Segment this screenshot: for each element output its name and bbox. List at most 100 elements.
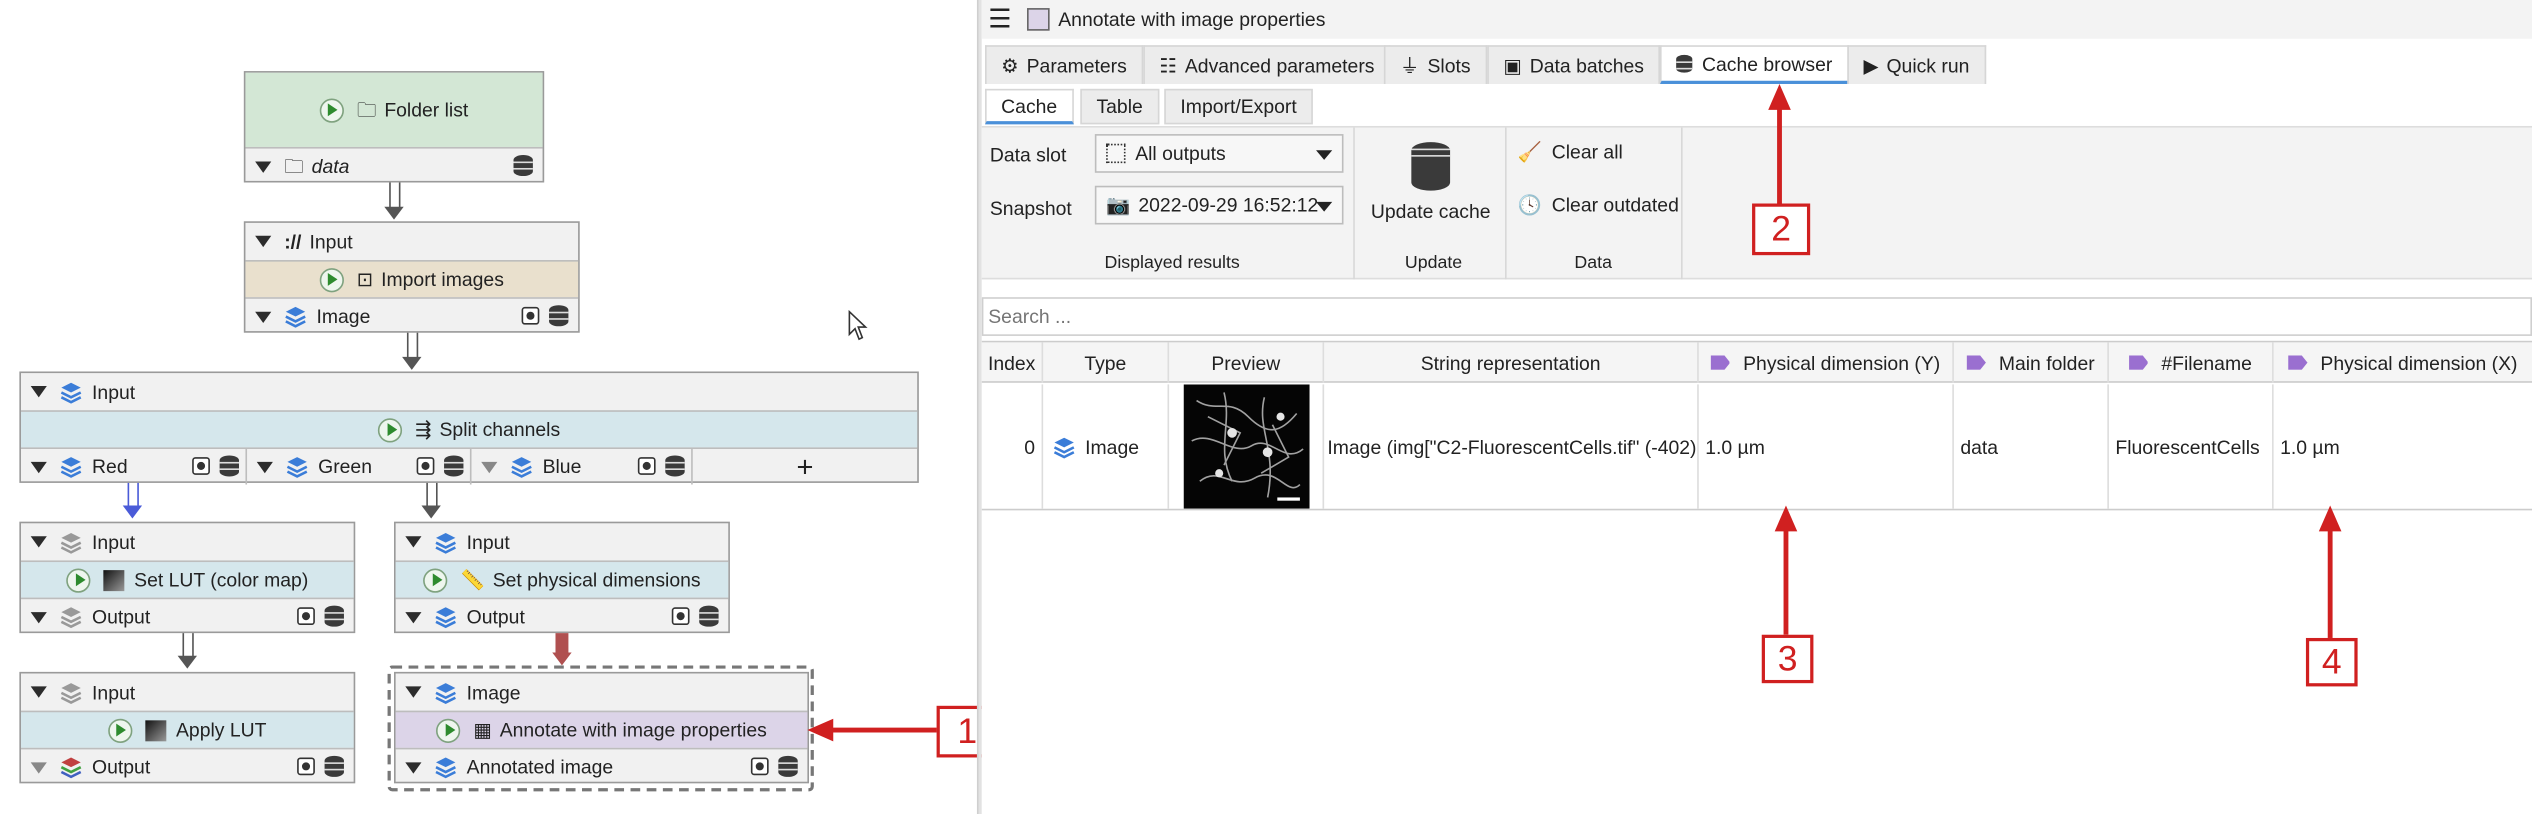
output-slot[interactable]: Output xyxy=(395,597,729,635)
input-slot[interactable]: :// Input xyxy=(245,223,578,260)
cache-icon[interactable] xyxy=(444,455,464,477)
input-slot[interactable]: Input xyxy=(21,523,354,560)
column-header-filename[interactable]: #Filename xyxy=(2109,342,2274,383)
node-set-physical-dimensions-body[interactable]: 📏 Set physical dimensions xyxy=(395,560,729,598)
node-apply-lut[interactable]: Input Apply LUT Output xyxy=(19,671,356,785)
cache-icon[interactable] xyxy=(665,455,685,477)
subtab-table[interactable]: Table xyxy=(1080,88,1159,125)
input-slot[interactable]: Input xyxy=(21,373,917,410)
output-slot[interactable]: Image xyxy=(245,297,579,334)
node-folder-list-body[interactable]: 🗀 Folder list xyxy=(245,72,543,147)
chevron-down-icon[interactable] xyxy=(255,235,272,248)
subtab-import-export[interactable]: Import/Export xyxy=(1164,88,1313,125)
node-set-lut-body[interactable]: Set LUT (color map) xyxy=(20,560,354,598)
snapshot-combo[interactable]: 📷 2022-09-29 16:52:12 xyxy=(1094,185,1344,225)
subtab-cache[interactable]: Cache xyxy=(985,88,1074,125)
run-icon[interactable] xyxy=(108,717,133,743)
clear-all-button[interactable]: 🧹 Clear all xyxy=(1518,141,1623,164)
output-slot[interactable]: 🗀 data xyxy=(245,146,543,184)
node-split-channels[interactable]: Input ⇶ Split channels Red Green Blue + xyxy=(19,371,919,485)
cell-filename: FluorescentCells xyxy=(2109,384,2274,509)
node-apply-lut-body[interactable]: Apply LUT xyxy=(20,710,354,748)
snapshot-icon[interactable] xyxy=(521,306,540,325)
tab-slots[interactable]: ⏚ Slots xyxy=(1383,45,1487,84)
chevron-down-icon[interactable] xyxy=(405,686,422,698)
run-icon[interactable] xyxy=(436,717,461,743)
connector xyxy=(389,182,401,209)
run-icon[interactable] xyxy=(319,267,344,292)
snapshot-icon[interactable] xyxy=(416,457,435,475)
output-slot-blue[interactable]: Blue xyxy=(472,448,693,485)
chevron-down-icon[interactable] xyxy=(405,611,422,623)
preview-thumbnail[interactable] xyxy=(1182,384,1309,509)
add-slot-button[interactable]: + xyxy=(693,449,917,485)
chevron-down-icon[interactable] xyxy=(30,536,47,548)
chevron-down-icon[interactable] xyxy=(30,461,47,473)
run-icon[interactable] xyxy=(66,567,91,592)
cache-icon[interactable] xyxy=(699,605,719,627)
input-slot[interactable]: Input xyxy=(21,673,354,710)
tab-data-batches[interactable]: ▣ Data batches xyxy=(1487,45,1661,84)
chevron-down-icon[interactable] xyxy=(30,686,47,698)
data-slot-combo[interactable]: All outputs xyxy=(1094,134,1344,173)
output-slot-green[interactable]: Green xyxy=(247,448,472,485)
database-icon xyxy=(1676,54,1693,73)
node-folder-list[interactable]: 🗀 Folder list 🗀 data xyxy=(243,71,545,184)
input-slot[interactable]: Input xyxy=(396,523,729,560)
node-split-channels-body[interactable]: ⇶ Split channels xyxy=(20,410,918,448)
graph-editor[interactable]: 🗀 Folder list 🗀 data :// Input ⊡ Import … xyxy=(0,0,998,814)
chevron-down-icon[interactable] xyxy=(256,461,273,473)
tab-quick-run[interactable]: ▶ Quick run xyxy=(1847,45,1986,84)
cache-icon[interactable] xyxy=(513,155,533,177)
tab-advanced-parameters[interactable]: ☷ Advanced parameters xyxy=(1143,45,1391,84)
chevron-down-icon[interactable] xyxy=(30,611,47,623)
chevron-down-icon[interactable] xyxy=(255,310,272,323)
node-import-images-body[interactable]: ⊡ Import images xyxy=(245,260,579,298)
column-header-main-folder[interactable]: Main folder xyxy=(1954,342,2109,383)
snapshot-icon[interactable] xyxy=(192,457,210,475)
snapshot-icon[interactable] xyxy=(671,607,690,626)
run-icon[interactable] xyxy=(423,567,448,592)
column-header-string-representation[interactable]: String representation xyxy=(1324,342,1699,383)
menu-icon[interactable]: ☰ xyxy=(988,3,1011,35)
column-header-physical-dimension-y[interactable]: Physical dimension (Y) xyxy=(1699,342,1954,383)
cache-icon[interactable] xyxy=(778,755,798,777)
cache-icon[interactable] xyxy=(324,605,344,627)
column-header-physical-dimension-x[interactable]: Physical dimension (X) xyxy=(2274,342,2532,382)
cache-icon[interactable] xyxy=(219,455,239,477)
input-slot[interactable]: Image xyxy=(396,673,808,710)
output-slot[interactable]: Annotated image xyxy=(395,747,808,785)
run-icon[interactable] xyxy=(319,97,344,122)
chevron-down-icon[interactable] xyxy=(405,536,422,548)
group-separator xyxy=(1681,127,1683,280)
snapshot-icon[interactable] xyxy=(297,607,315,626)
clear-outdated-button[interactable]: 🕓 Clear outdated xyxy=(1518,194,1679,217)
column-header-index[interactable]: Index xyxy=(982,342,1044,383)
node-set-physical-dimensions[interactable]: Input 📏 Set physical dimensions Output xyxy=(394,521,730,635)
node-annotate-body[interactable]: ▦ Annotate with image properties xyxy=(395,710,808,748)
tab-parameters[interactable]: ⚙ Parameters xyxy=(985,45,1143,84)
snapshot-icon[interactable] xyxy=(637,457,656,475)
chevron-down-icon[interactable] xyxy=(481,461,498,473)
chevron-down-icon[interactable] xyxy=(255,160,272,173)
output-slot[interactable]: Output xyxy=(20,747,354,785)
snapshot-icon[interactable] xyxy=(750,757,769,776)
snapshot-icon[interactable] xyxy=(297,757,315,776)
run-icon[interactable] xyxy=(378,417,403,442)
tab-cache-browser[interactable]: Cache browser xyxy=(1660,45,1849,84)
column-header-preview[interactable]: Preview xyxy=(1169,342,1325,383)
chevron-down-icon[interactable] xyxy=(30,386,47,398)
cell-preview[interactable] xyxy=(1169,384,1325,509)
column-header-type[interactable]: Type xyxy=(1043,342,1170,383)
update-cache-button[interactable]: Update cache xyxy=(1366,134,1495,231)
chevron-down-icon[interactable] xyxy=(30,761,47,773)
node-annotate-image-properties[interactable]: Image ▦ Annotate with image properties A… xyxy=(394,671,810,785)
search-input[interactable] xyxy=(981,297,2532,336)
cache-icon[interactable] xyxy=(549,305,569,327)
output-slot-red[interactable]: Red xyxy=(21,448,248,485)
node-set-lut[interactable]: Input Set LUT (color map) Output xyxy=(19,521,356,635)
output-slot[interactable]: Output xyxy=(20,597,354,635)
node-import-images[interactable]: :// Input ⊡ Import images Image xyxy=(243,221,580,334)
cache-icon[interactable] xyxy=(324,755,344,777)
chevron-down-icon[interactable] xyxy=(405,761,422,773)
